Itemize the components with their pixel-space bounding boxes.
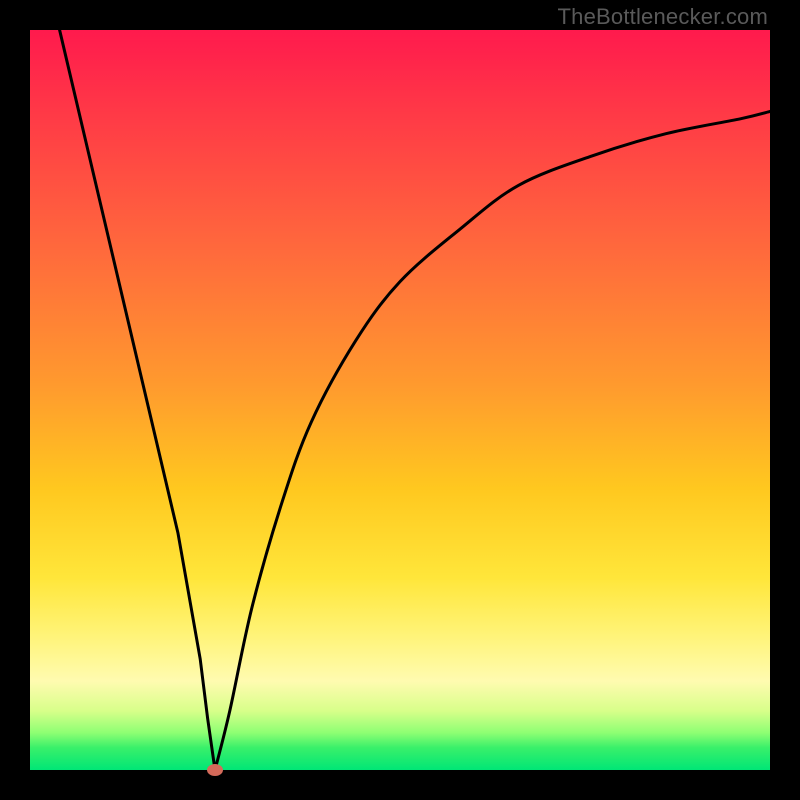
plot-area [30,30,770,770]
curve-path [60,30,770,770]
attribution-text: TheBottlenecker.com [558,4,768,30]
chart-frame: TheBottlenecker.com [0,0,800,800]
bottleneck-curve [30,30,770,770]
optimal-point-marker [207,764,223,776]
